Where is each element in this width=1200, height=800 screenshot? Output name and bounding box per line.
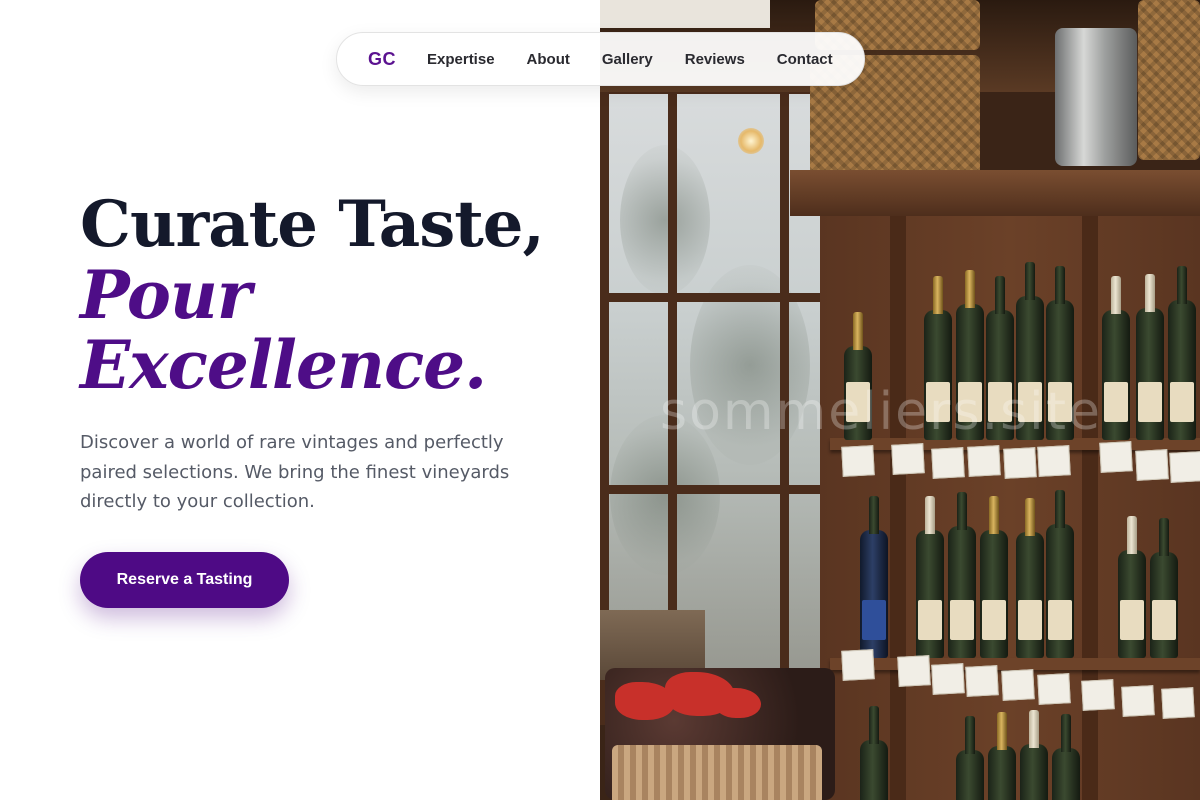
headline-line-3: Excellence.	[80, 326, 487, 404]
nav-link-reviews[interactable]: Reviews	[685, 51, 745, 68]
lamp-light	[738, 128, 764, 154]
hero-section: Curate Taste, Pour Excellence. Discover …	[80, 190, 580, 517]
metal-canister	[1055, 28, 1137, 166]
hero-image: sommeliers.site	[600, 0, 1200, 800]
nav-link-gallery[interactable]: Gallery	[602, 51, 653, 68]
headline-line-1: Curate Taste,	[80, 187, 545, 262]
hero-headline: Curate Taste, Pour Excellence.	[80, 187, 580, 404]
top-nav: GC Expertise About Gallery Reviews Conta…	[336, 32, 865, 86]
reserve-tasting-button[interactable]: Reserve a Tasting	[80, 552, 289, 608]
nav-link-contact[interactable]: Contact	[777, 51, 833, 68]
watermark-text: sommeliers.site	[660, 382, 1103, 442]
wine-shelf	[790, 170, 1200, 800]
nav-link-expertise[interactable]: Expertise	[427, 51, 495, 68]
headline-line-2: Pour	[80, 256, 252, 334]
logo[interactable]: GC	[368, 49, 396, 70]
hero-subtitle: Discover a world of rare vintages and pe…	[80, 432, 510, 512]
nav-link-about[interactable]: About	[527, 51, 570, 68]
